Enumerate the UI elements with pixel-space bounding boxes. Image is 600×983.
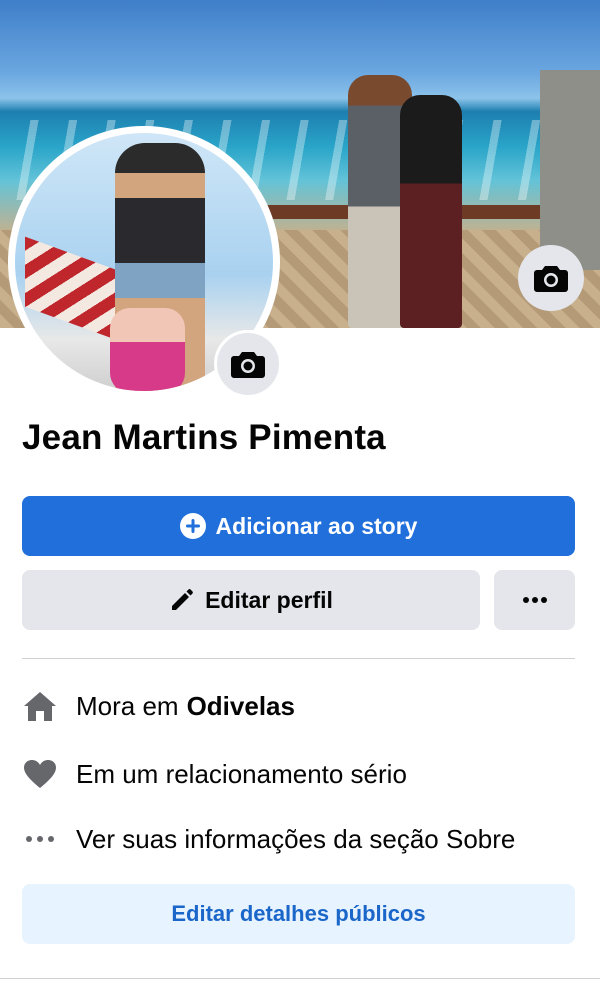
cover-wall — [540, 70, 600, 270]
intro-relationship: Em um relacionamento sério — [22, 756, 407, 792]
see-about-text: Ver suas informações da seção Sobre — [76, 823, 516, 854]
home-icon — [22, 688, 58, 724]
profile-picture-camera-button[interactable] — [214, 330, 282, 398]
edit-public-details-label: Editar detalhes públicos — [171, 901, 426, 926]
more-dots-icon — [522, 597, 547, 603]
more-options-button[interactable] — [494, 570, 575, 630]
intro-see-about[interactable]: Ver suas informações da seção Sobre — [22, 821, 515, 857]
intro-lives-in: Mora em Odivelas — [22, 688, 295, 724]
relationship-text: Em um relacionamento sério — [76, 758, 407, 789]
lives-in-city[interactable]: Odivelas — [187, 691, 295, 722]
heart-icon — [22, 756, 58, 792]
add-to-story-button[interactable]: Adicionar ao story — [22, 496, 575, 556]
lives-in-prefix: Mora em — [76, 690, 179, 721]
profile-name: Jean Martins Pimenta — [22, 418, 386, 457]
edit-profile-label: Editar perfil — [205, 586, 333, 613]
add-to-story-label: Adicionar ao story — [215, 512, 418, 539]
more-dots-icon — [22, 821, 58, 857]
camera-icon — [231, 352, 265, 378]
section-divider — [22, 658, 575, 659]
cover-person — [400, 95, 462, 328]
bottom-divider — [0, 978, 600, 979]
cover-camera-button[interactable] — [518, 245, 584, 311]
avatar-child-bike — [110, 308, 185, 391]
pencil-icon — [172, 589, 193, 610]
edit-profile-button[interactable]: Editar perfil — [22, 570, 480, 630]
plus-circle-icon — [179, 513, 206, 539]
avatar-flag — [25, 236, 115, 340]
camera-icon — [534, 266, 568, 292]
edit-public-details-button[interactable]: Editar detalhes públicos — [22, 884, 575, 944]
